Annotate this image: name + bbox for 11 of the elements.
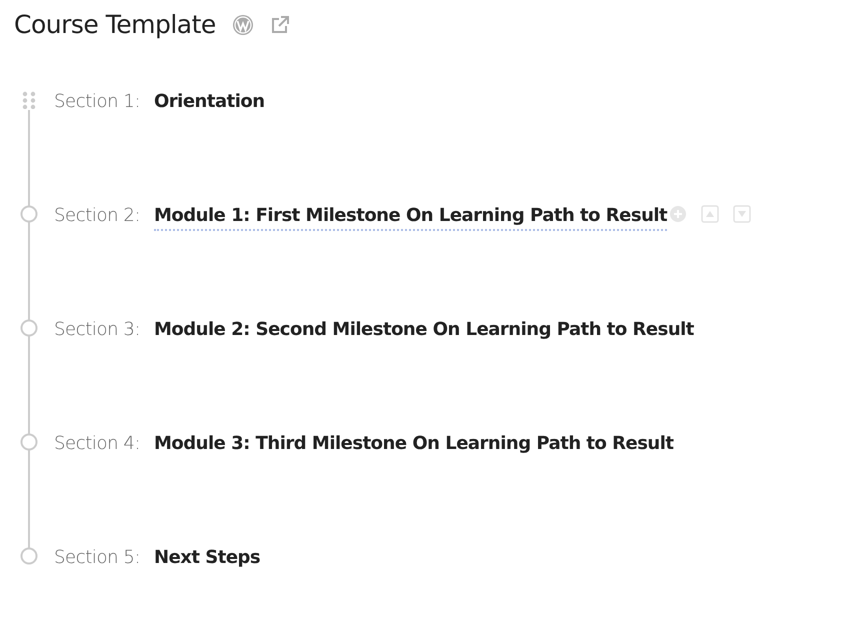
section-label: Section 5: <box>54 546 142 570</box>
section-title[interactable]: Next Steps <box>154 544 260 571</box>
section-label: Section 2: <box>54 204 142 228</box>
section-label: Section 4: <box>54 432 142 456</box>
section-title[interactable]: Module 2: Second Milestone On Learning Path to Result <box>154 316 694 343</box>
section-title[interactable]: Orientation <box>154 88 265 115</box>
page-title: Course Template <box>14 10 216 40</box>
section-label: Section 1: <box>54 90 142 114</box>
section-label: Section 3: <box>54 318 142 342</box>
section-title[interactable]: Module 3: Third Milestone On Learning Path to Result <box>154 430 674 457</box>
section-title[interactable]: Module 1: First Milestone On Learning Path to Result <box>154 202 668 231</box>
